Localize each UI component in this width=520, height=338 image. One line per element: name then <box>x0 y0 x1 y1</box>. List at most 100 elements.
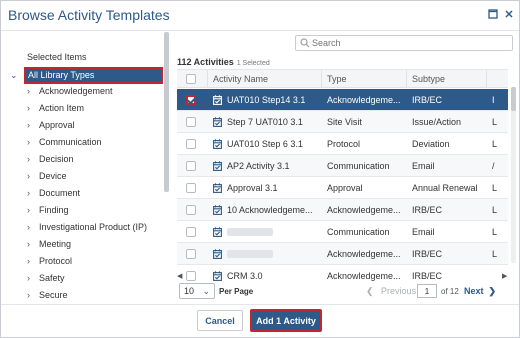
overflow-cell: L <box>492 139 498 149</box>
overflow-cell: L <box>492 205 498 215</box>
add-activity-button[interactable]: Add 1 Activity <box>250 309 322 332</box>
chevron-right-icon[interactable]: › <box>27 118 39 132</box>
type-cell: Communication <box>327 161 390 171</box>
tree-item[interactable]: › Secure <box>27 288 68 302</box>
type-cell: Communication <box>327 227 390 237</box>
activity-name-cell: AP2 Activity 3.1 <box>227 161 290 171</box>
chevron-right-icon[interactable]: › <box>27 203 39 217</box>
search-icon <box>300 38 310 48</box>
chevron-right-icon[interactable]: › <box>27 135 39 149</box>
overflow-cell: L <box>492 227 498 237</box>
close-icon[interactable] <box>503 9 515 21</box>
tree-item-label: Device <box>39 171 67 181</box>
subtype-cell: IRB/EC <box>412 249 443 259</box>
tree-scrollbar[interactable] <box>164 32 169 192</box>
tree-item[interactable]: › Safety <box>27 271 65 285</box>
table-scrollbar[interactable] <box>511 87 516 263</box>
page-size-select[interactable]: 10 ⌄ <box>179 283 215 299</box>
row-checkbox[interactable] <box>186 271 196 281</box>
activity-name-cell: UAT010 Step14 3.1 <box>227 95 306 105</box>
tree-item-label: Action Item <box>39 103 85 113</box>
chevron-right-icon[interactable]: › <box>27 169 39 183</box>
tree-item[interactable]: › Finding <box>27 203 69 217</box>
search-input[interactable] <box>312 37 507 49</box>
activity-name-cell: 10 Acknowledgeme... <box>227 205 313 215</box>
type-cell: Acknowledgeme... <box>327 249 401 259</box>
tree-item-label: Decision <box>39 154 74 164</box>
scroll-right-icon[interactable]: ▶ <box>502 272 510 280</box>
subtype-cell: IRB/EC <box>412 205 443 215</box>
type-cell: Acknowledgeme... <box>327 205 401 215</box>
table-header: Activity Name Type Subtype <box>177 70 508 88</box>
tree-item[interactable]: › Communication <box>27 135 102 149</box>
tree-item[interactable]: › Device <box>27 169 67 183</box>
row-checkbox[interactable] <box>186 249 196 259</box>
row-checkbox[interactable] <box>186 95 196 105</box>
chevron-right-icon[interactable]: › <box>27 186 39 200</box>
tree-item-all-library-types[interactable]: All Library Types <box>24 67 163 84</box>
tree-item-label: Finding <box>39 205 69 215</box>
tree-item[interactable]: › Protocol <box>27 254 72 268</box>
chevron-right-icon[interactable]: › <box>27 271 39 285</box>
chevron-right-icon[interactable]: › <box>27 101 39 115</box>
overflow-cell: / <box>492 161 495 171</box>
chevron-right-icon[interactable]: › <box>27 288 39 302</box>
tree-item[interactable]: › Acknowledgement <box>27 84 113 98</box>
scroll-left-icon[interactable]: ◀ <box>177 272 185 280</box>
activity-name-cell: Step 7 UAT010 3.1 <box>227 117 303 127</box>
table-row[interactable]: 10 Acknowledgeme... Acknowledgeme... IRB/E… <box>177 199 508 221</box>
table-row[interactable]: UAT010 Step14 3.1 Acknowledgeme... IRB/EC I <box>177 89 508 111</box>
column-header-subtype[interactable]: Subtype <box>406 70 486 88</box>
table-row[interactable]: Step 7 UAT010 3.1 Site Visit Issue/Action L <box>177 111 508 133</box>
selected-items-link[interactable]: Selected Items <box>27 52 87 62</box>
row-checkbox[interactable] <box>186 183 196 193</box>
cancel-button[interactable]: Cancel <box>197 310 243 331</box>
maximize-icon[interactable] <box>487 9 499 21</box>
tree-item[interactable]: › Meeting <box>27 237 71 251</box>
row-checkbox[interactable] <box>186 161 196 171</box>
tree-item-label: Safety <box>39 273 65 283</box>
dialog-title: Browse Activity Templates <box>8 7 170 23</box>
subtype-cell: Deviation <box>412 139 450 149</box>
table-row[interactable]: UAT010 Step 6 3.1 Protocol Deviation L <box>177 133 508 155</box>
column-header-type[interactable]: Type <box>321 70 406 88</box>
tree-item[interactable]: › Document <box>27 186 80 200</box>
tree-item[interactable]: › Decision <box>27 152 74 166</box>
tree-item-label: Investigational Product (IP) <box>39 222 148 232</box>
next-page-button[interactable]: Next ❯ <box>464 286 496 297</box>
type-cell: Site Visit <box>327 117 362 127</box>
table-row[interactable]: AP2 Activity 3.1 Communication Email / <box>177 155 508 177</box>
row-checkbox[interactable] <box>186 117 196 127</box>
calendar-icon <box>213 271 222 281</box>
page-number-input[interactable] <box>417 284 437 298</box>
chevron-right-icon[interactable]: › <box>27 254 39 268</box>
browse-activity-templates-dialog: Browse Activity Templates Selected Items… <box>0 0 520 338</box>
chevron-right-icon[interactable]: › <box>27 152 39 166</box>
tree-item-label: Communication <box>39 137 102 147</box>
table-row[interactable]: Acknowledgeme... IRB/EC L <box>177 243 508 265</box>
chevron-down-icon[interactable]: ⌄ <box>10 70 18 81</box>
previous-page-button[interactable]: ❮ Previous <box>366 286 416 297</box>
tree-item[interactable]: › Investigational Product (IP) <box>27 220 147 234</box>
chevron-right-icon[interactable]: › <box>27 220 39 234</box>
chevron-right-icon[interactable]: › <box>27 84 39 98</box>
tree-item-label: Meeting <box>39 239 72 249</box>
select-all-checkbox[interactable] <box>186 74 196 84</box>
tree-item[interactable]: › Action Item <box>27 101 84 115</box>
chevron-right-icon[interactable]: › <box>27 237 39 251</box>
redacted-name <box>227 250 273 258</box>
table-row[interactable]: CRM 3.0 Acknowledgeme... IRB/EC <box>177 265 508 282</box>
table-row[interactable]: Approval 3.1 Approval Annual Renewal L <box>177 177 508 199</box>
row-checkbox[interactable] <box>186 205 196 215</box>
table-row[interactable]: Communication Email L <box>177 221 508 243</box>
row-checkbox[interactable] <box>186 139 196 149</box>
tree-item[interactable]: › Approval <box>27 118 75 132</box>
row-checkbox[interactable] <box>186 227 196 237</box>
overflow-cell: I <box>492 95 495 105</box>
calendar-icon <box>213 249 222 259</box>
overflow-cell <box>492 265 502 282</box>
activity-name-cell: UAT010 Step 6 3.1 <box>227 139 303 149</box>
column-header-activity-name[interactable]: Activity Name <box>207 70 327 88</box>
page-size-value: 10 <box>184 286 195 296</box>
overflow-cell: L <box>492 183 498 193</box>
